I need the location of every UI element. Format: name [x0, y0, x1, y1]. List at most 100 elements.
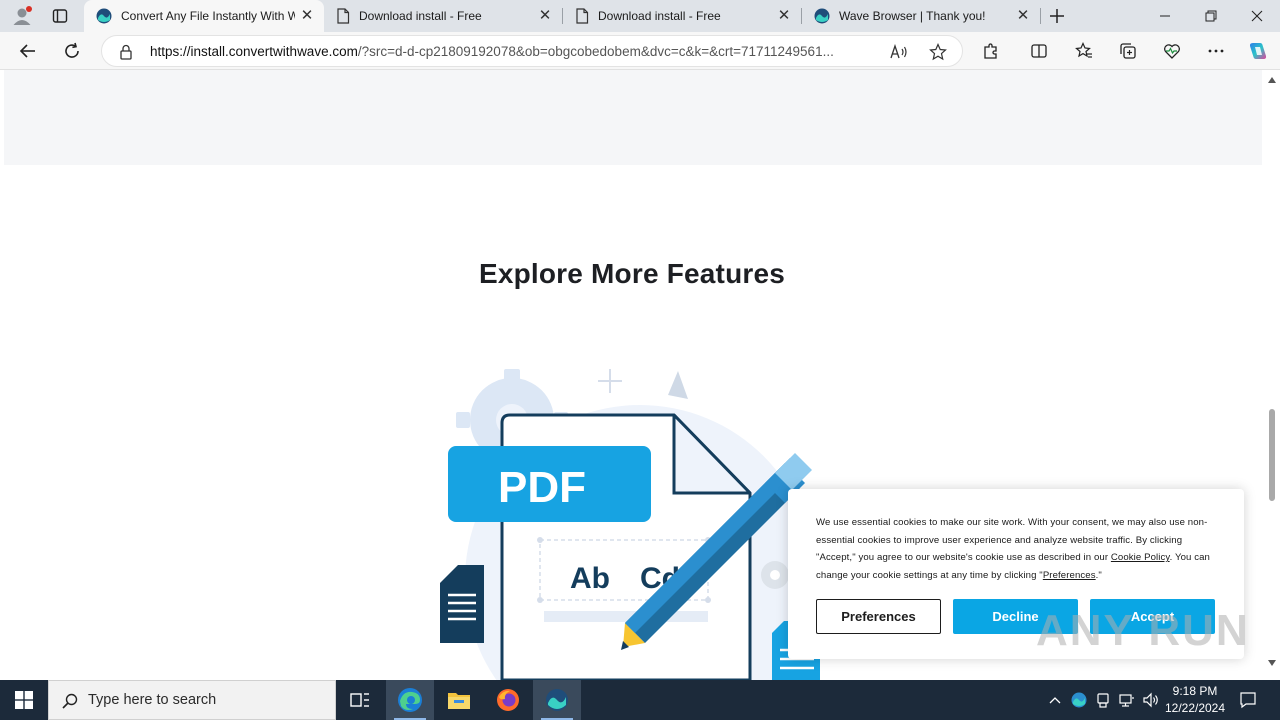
extensions-button[interactable] — [976, 36, 1006, 66]
browser-essentials-button[interactable] — [1157, 36, 1187, 66]
scroll-up-arrow-icon[interactable] — [1268, 77, 1276, 83]
collections-icon — [1120, 43, 1136, 59]
preferences-link[interactable]: Preferences — [1043, 570, 1096, 581]
page-icon — [337, 8, 350, 24]
close-window-button[interactable] — [1234, 0, 1280, 32]
tab-convert-any-file[interactable]: Convert Any File Instantly With W ✕ — [84, 0, 324, 32]
favorites-icon — [1075, 42, 1092, 58]
scroll-down-arrow-icon[interactable] — [1268, 660, 1276, 666]
split-screen-button[interactable] — [1024, 36, 1054, 66]
cookie-consent-text: We use essential cookies to make our sit… — [816, 514, 1216, 585]
show-hidden-icons-button[interactable] — [1044, 680, 1066, 720]
tab-title: Download install - Free — [359, 9, 482, 23]
browser-toolbar: https://install.convertwithwave.com/?src… — [0, 32, 1280, 70]
small-gear-icon — [761, 561, 789, 589]
cookie-text-part-3: ." — [1095, 570, 1102, 582]
notification-icon — [1240, 692, 1256, 709]
new-tab-button[interactable] — [1043, 3, 1071, 29]
scroll-thumb[interactable] — [1269, 409, 1275, 501]
taskbar-firefox[interactable] — [484, 680, 532, 720]
profile-button[interactable] — [8, 3, 36, 29]
refresh-button[interactable] — [57, 36, 87, 66]
clock-date: 12/22/2024 — [1164, 701, 1226, 715]
profile-icon — [13, 6, 32, 25]
taskbar-edge[interactable] — [386, 680, 434, 720]
read-aloud-icon[interactable] — [890, 44, 908, 60]
wave-logo-icon — [1071, 692, 1087, 708]
favorites-button[interactable] — [1069, 36, 1099, 66]
restore-button[interactable] — [1188, 0, 1234, 32]
split-screen-icon — [1031, 44, 1047, 58]
url-path: /?src=d-d-cp21809192078&ob=obgcobedobem&… — [357, 44, 834, 59]
copilot-icon — [1249, 43, 1267, 59]
cookie-policy-link[interactable]: Cookie Policy — [1111, 552, 1170, 563]
wave-logo-icon — [814, 8, 830, 24]
back-arrow-icon — [19, 44, 35, 58]
tab-actions-icon — [52, 9, 68, 23]
taskbar-file-explorer[interactable] — [435, 680, 483, 720]
text-sample-ab: Ab — [570, 562, 610, 595]
heart-pulse-icon — [1164, 44, 1180, 59]
top-section-background — [4, 70, 1262, 165]
address-bar[interactable]: https://install.convertwithwave.com/?src… — [101, 35, 963, 67]
close-icon — [1251, 10, 1263, 22]
task-view-button[interactable] — [336, 680, 384, 720]
tab-actions-button[interactable] — [46, 3, 74, 29]
taskbar-clock[interactable]: 9:18 PM 12/22/2024 — [1160, 683, 1230, 717]
firefox-icon — [497, 689, 519, 711]
taskbar-wave-browser[interactable] — [533, 680, 581, 720]
close-icon[interactable]: ✕ — [538, 8, 552, 23]
tab-title: Download install - Free — [598, 9, 721, 23]
back-button[interactable] — [13, 36, 43, 66]
tab-download-install-2[interactable]: Download install - Free ✕ — [563, 0, 801, 32]
favorite-star-icon[interactable] — [929, 43, 947, 61]
tab-title: Wave Browser | Thank you! — [839, 9, 986, 23]
minimize-button[interactable] — [1142, 0, 1188, 32]
tray-device-icon[interactable] — [1092, 680, 1114, 720]
close-icon[interactable]: ✕ — [1016, 8, 1030, 23]
taskbar-search[interactable]: Type here to search — [48, 680, 336, 720]
page-icon — [576, 8, 589, 24]
tray-volume-icon[interactable] — [1140, 680, 1162, 720]
wave-logo-icon — [96, 8, 112, 24]
tab-strip: Convert Any File Instantly With W ✕ Down… — [0, 0, 1280, 32]
page-scrollbar[interactable] — [1264, 70, 1280, 680]
collections-button[interactable] — [1113, 36, 1143, 66]
clock-time: 9:18 PM — [1172, 684, 1218, 698]
tray-network-icon[interactable] — [1116, 680, 1138, 720]
close-icon[interactable]: ✕ — [777, 8, 791, 23]
close-icon[interactable]: ✕ — [300, 8, 314, 23]
restore-icon — [1205, 10, 1217, 22]
minimize-icon — [1160, 15, 1170, 17]
more-dots-icon — [1208, 49, 1224, 53]
volume-icon — [1143, 692, 1158, 708]
search-placeholder: Type here to search — [88, 692, 217, 708]
notifications-button[interactable] — [1234, 680, 1262, 720]
wave-logo-icon — [546, 689, 568, 711]
tray-wave-icon[interactable] — [1068, 680, 1090, 720]
tab-separator — [1040, 8, 1041, 24]
tab-download-install-1[interactable]: Download install - Free ✕ — [324, 0, 562, 32]
task-view-icon — [350, 693, 369, 707]
sparkle-icon — [598, 369, 622, 393]
preferences-button[interactable]: Preferences — [816, 599, 941, 634]
document-icon — [440, 565, 484, 643]
folder-icon — [448, 693, 470, 709]
chevron-up-icon — [1049, 697, 1061, 704]
lock-icon[interactable] — [119, 44, 133, 60]
section-title: Explore More Features — [478, 258, 786, 289]
tab-wave-thank-you[interactable]: Wave Browser | Thank you! ✕ — [802, 0, 1040, 32]
network-icon — [1119, 694, 1134, 707]
url-text[interactable]: https://install.convertwithwave.com/?src… — [150, 44, 885, 59]
start-button[interactable] — [0, 680, 48, 720]
copilot-button[interactable] — [1243, 36, 1273, 66]
url-host: https://install.convertwithwave.com — [150, 44, 358, 59]
refresh-icon — [65, 42, 79, 58]
pdf-label: PDF — [498, 463, 586, 512]
tab-title: Convert Any File Instantly With W — [121, 9, 295, 23]
settings-more-button[interactable] — [1201, 36, 1231, 66]
search-icon — [62, 693, 78, 709]
edge-browser-icon — [398, 688, 422, 712]
usb-device-icon — [1097, 693, 1109, 708]
puzzle-icon — [984, 43, 997, 59]
